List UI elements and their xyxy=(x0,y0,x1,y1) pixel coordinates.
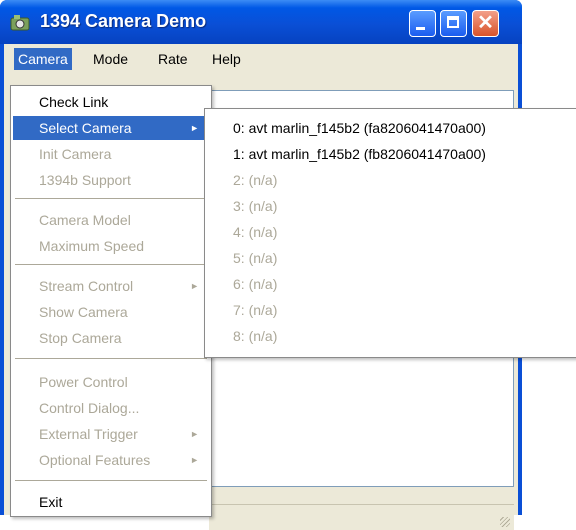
close-button[interactable]: ✕ xyxy=(472,10,499,37)
menu-item-power-control[interactable]: Power Control xyxy=(13,370,209,394)
camera-app-icon xyxy=(10,15,30,31)
submenu-item-camera-8[interactable]: 8: (n/a) xyxy=(207,323,573,349)
menu-item-show-camera[interactable]: Show Camera xyxy=(13,300,209,324)
submenu-arrow-icon: ► xyxy=(190,281,199,291)
maximize-button[interactable] xyxy=(440,10,467,37)
submenu-item-camera-4[interactable]: 4: (n/a) xyxy=(207,219,573,245)
menu-mode[interactable]: Mode xyxy=(89,48,132,70)
select-camera-submenu: 0: avt marlin_f145b2 (fa8206041470a00) 1… xyxy=(204,108,576,358)
menu-item-select-camera[interactable]: Select Camera ► xyxy=(13,116,209,140)
close-icon: ✕ xyxy=(477,12,494,34)
menu-item-1394b-support[interactable]: 1394b Support xyxy=(13,168,209,192)
resize-grip[interactable] xyxy=(500,517,510,527)
submenu-item-camera-2[interactable]: 2: (n/a) xyxy=(207,167,573,193)
menu-separator xyxy=(15,264,207,265)
menu-rate[interactable]: Rate xyxy=(154,48,192,70)
menu-item-stop-camera[interactable]: Stop Camera xyxy=(13,326,209,350)
menu-item-maximum-speed[interactable]: Maximum Speed xyxy=(13,234,209,258)
menu-separator xyxy=(15,480,207,481)
submenu-item-camera-6[interactable]: 6: (n/a) xyxy=(207,271,573,297)
menu-separator xyxy=(15,198,207,199)
menu-item-exit[interactable]: Exit xyxy=(13,490,209,514)
menu-item-optional-features[interactable]: Optional Features ► xyxy=(13,448,209,472)
menu-item-label: Select Camera xyxy=(39,120,132,136)
window-title: 1394 Camera Demo xyxy=(40,11,207,31)
menu-item-external-trigger[interactable]: External Trigger ► xyxy=(13,422,209,446)
menu-item-init-camera[interactable]: Init Camera xyxy=(13,142,209,166)
menu-help[interactable]: Help xyxy=(208,48,245,70)
camera-menu: Check Link Select Camera ► Init Camera 1… xyxy=(10,85,212,517)
menu-item-check-link[interactable]: Check Link xyxy=(13,90,209,114)
status-bar xyxy=(209,504,514,530)
submenu-item-camera-5[interactable]: 5: (n/a) xyxy=(207,245,573,271)
menu-item-label: Optional Features xyxy=(39,452,151,468)
minimize-button[interactable] xyxy=(409,10,436,37)
submenu-item-camera-7[interactable]: 7: (n/a) xyxy=(207,297,573,323)
menu-item-control-dialog[interactable]: Control Dialog... xyxy=(13,396,209,420)
menu-item-camera-model[interactable]: Camera Model xyxy=(13,208,209,232)
submenu-arrow-icon: ► xyxy=(190,123,199,133)
submenu-item-camera-3[interactable]: 3: (n/a) xyxy=(207,193,573,219)
minimize-icon xyxy=(416,27,425,30)
menu-item-label: External Trigger xyxy=(39,426,138,442)
menu-item-stream-control[interactable]: Stream Control ► xyxy=(13,274,209,298)
menu-camera[interactable]: Camera xyxy=(14,48,72,70)
submenu-item-camera-1[interactable]: 1: avt marlin_f145b2 (fb8206041470a00) xyxy=(207,141,573,167)
submenu-arrow-icon: ► xyxy=(190,429,199,439)
menu-bar: Camera Mode Rate Help xyxy=(4,44,518,74)
submenu-arrow-icon: ► xyxy=(190,455,199,465)
title-bar[interactable]: 1394 Camera Demo ✕ xyxy=(0,0,522,44)
maximize-icon xyxy=(447,16,459,28)
menu-separator xyxy=(15,358,207,359)
submenu-item-camera-0[interactable]: 0: avt marlin_f145b2 (fa8206041470a00) xyxy=(207,115,573,141)
menu-item-label: Stream Control xyxy=(39,278,134,294)
